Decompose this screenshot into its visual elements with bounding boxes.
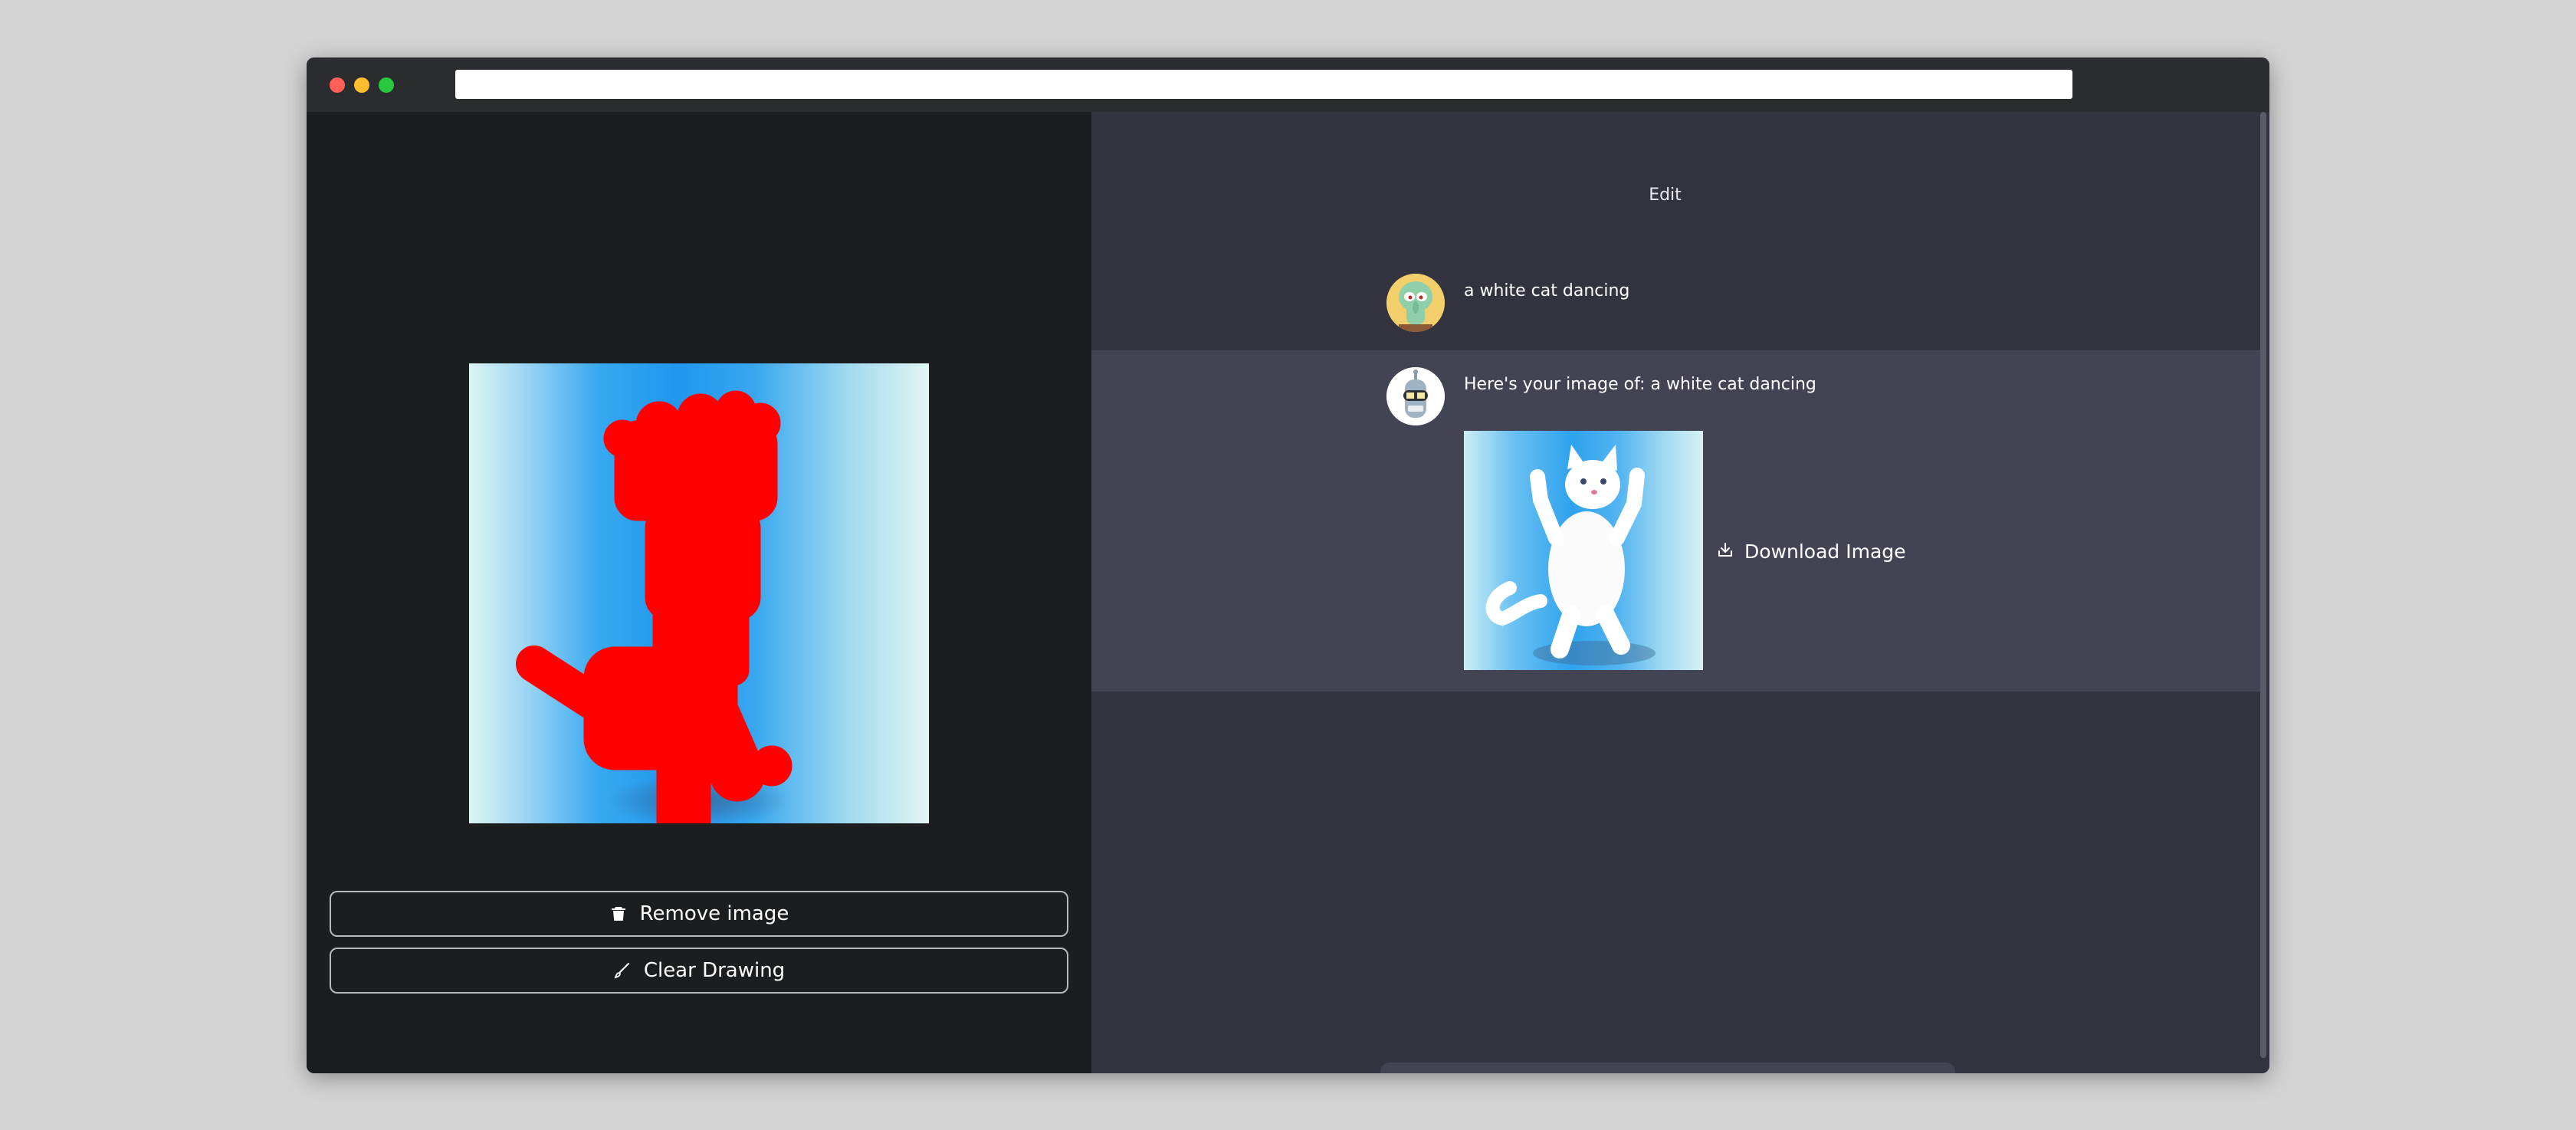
brush-icon — [613, 961, 632, 980]
download-icon — [1717, 540, 1734, 563]
maximize-window-button[interactable] — [379, 77, 394, 93]
bot-message-text: Here's your image of: a white cat dancin… — [1464, 375, 1816, 394]
chat-scrollbar[interactable] — [2260, 112, 2266, 1058]
red-mask-strokes — [516, 390, 792, 823]
image-editor-panel: Remove image Clear Drawing — [307, 112, 1091, 1073]
clear-drawing-label: Clear Drawing — [643, 959, 786, 982]
minimize-window-button[interactable] — [354, 77, 369, 93]
chat-header-title: Edit — [1649, 186, 1682, 205]
mask-drawing — [516, 390, 792, 823]
title-bar — [307, 57, 2269, 112]
drawing-canvas[interactable] — [469, 363, 929, 823]
chat-input-container — [1380, 1063, 1955, 1073]
remove-image-label: Remove image — [639, 902, 789, 925]
close-window-button[interactable] — [330, 77, 345, 93]
user-avatar — [1386, 274, 1445, 332]
white-cat-illustration — [1485, 445, 1656, 665]
generated-image[interactable] — [1464, 431, 1703, 670]
clear-drawing-button[interactable]: Clear Drawing — [330, 948, 1068, 994]
more-options-button[interactable] — [1967, 1070, 1983, 1073]
download-image-label: Download Image — [1744, 540, 1906, 563]
remove-image-button[interactable]: Remove image — [330, 891, 1068, 937]
address-bar[interactable] — [455, 70, 2072, 99]
bot-avatar — [1386, 367, 1445, 425]
user-message-text: a white cat dancing — [1464, 281, 1630, 301]
download-image-button[interactable]: Download Image — [1717, 537, 1906, 565]
trash-icon — [609, 905, 628, 923]
browser-window: Remove image Clear Drawing Edit a white … — [307, 57, 2269, 1073]
prompt-input[interactable] — [1390, 1067, 1898, 1073]
chat-panel: Edit a white cat dancing Here's your ima… — [1091, 112, 2269, 1073]
bot-message-row: Here's your image of: a white cat dancin… — [1091, 350, 2260, 691]
